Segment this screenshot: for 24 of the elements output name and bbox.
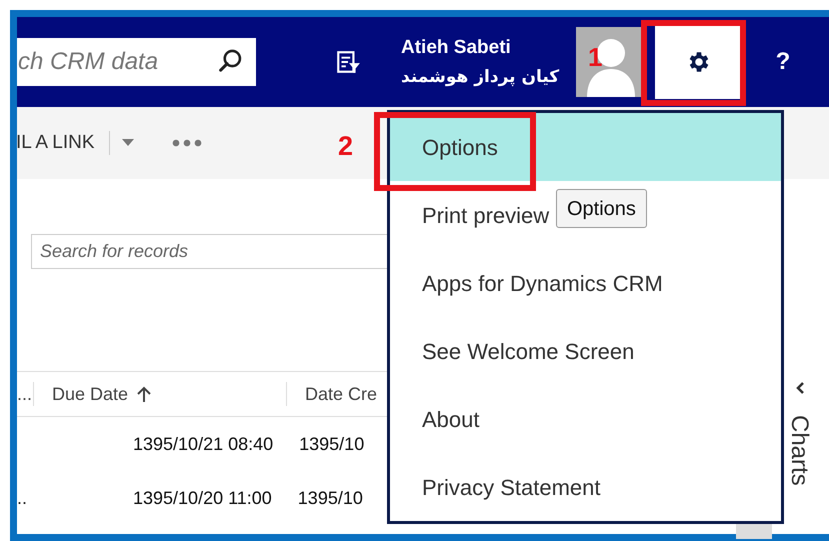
column-header[interactable]: Due Date bbox=[52, 380, 268, 408]
help-button[interactable]: ? bbox=[743, 44, 823, 80]
table-cell-text: 1395/10/20 11:00 bbox=[133, 486, 272, 510]
global-search-field[interactable]: ch CRM data bbox=[17, 38, 256, 86]
filter-list-icon[interactable] bbox=[335, 49, 361, 75]
sort-ascending-icon bbox=[136, 385, 152, 403]
organization-name: کیان پرداز هوشمند bbox=[401, 67, 560, 88]
settings-button[interactable] bbox=[655, 24, 743, 99]
email-link-button[interactable]: IL A LINK bbox=[16, 128, 95, 158]
annotation-number: 1 bbox=[588, 44, 602, 70]
user-name: Atieh Sabeti bbox=[401, 36, 512, 60]
chevron-left-icon[interactable] bbox=[795, 381, 805, 395]
table-cell-text: .. bbox=[17, 486, 28, 510]
table-cell-text: 1395/10 bbox=[299, 432, 364, 456]
annotation-number: 2 bbox=[338, 133, 354, 160]
column-header[interactable]: Date Cre bbox=[305, 380, 378, 408]
charts-panel-tab[interactable]: Charts bbox=[787, 415, 811, 486]
more-icon[interactable] bbox=[172, 139, 202, 147]
tooltip: Options bbox=[556, 189, 647, 228]
menu-item[interactable]: Options bbox=[390, 113, 781, 181]
table-cell-text: 1395/10 bbox=[298, 486, 363, 510]
table-cell-text: 1395/10/21 08:40 bbox=[133, 432, 274, 456]
column-header[interactable]: ... bbox=[17, 380, 32, 408]
caret-icon[interactable] bbox=[122, 139, 134, 147]
